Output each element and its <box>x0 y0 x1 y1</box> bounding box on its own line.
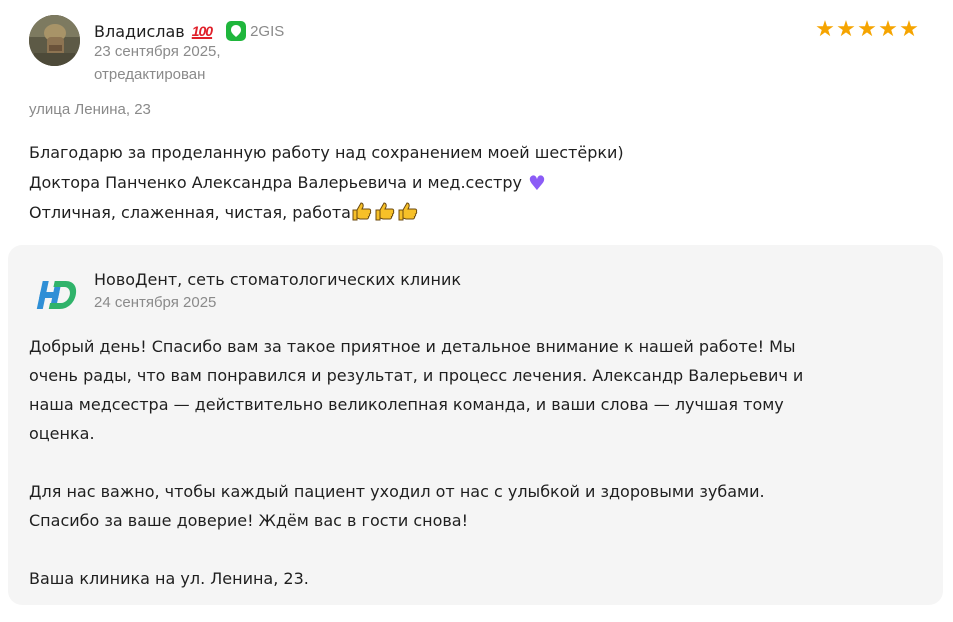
review-text-line: Отличная, слаженная, чистая, работа <box>29 198 929 231</box>
reply-text-line: Добрый день! Спасибо вам за такое приятн… <box>29 337 796 356</box>
reply-text-line: наша медсестра — действительно великолеп… <box>29 395 784 414</box>
edited-label: отредактирован <box>94 66 206 83</box>
review-card: Владислав 100 2GIS 23 сентября 2025, отр… <box>0 0 953 605</box>
review-text-line-content: Отличная, слаженная, чистая, работа <box>29 203 351 222</box>
hundred-points-icon: 100 <box>191 23 213 39</box>
star-icon: ★ <box>899 17 919 42</box>
star-icon: ★ <box>836 17 856 42</box>
review-text-line: Доктора Панченко Александра Валерьевича … <box>29 168 929 199</box>
review-source: 2GIS <box>226 21 284 41</box>
reply-date: 24 сентября 2025 <box>94 294 217 311</box>
purple-heart-icon: ♥ <box>527 170 546 195</box>
reply-text-line: очень рады, что вам понравился и результ… <box>29 366 804 385</box>
company-reply: НовоДент, сеть стоматологических клиник … <box>8 245 943 605</box>
2gis-logo-icon <box>226 21 247 41</box>
review-text-line: Благодарю за проделанную работу над сохр… <box>29 143 624 162</box>
reply-text: Добрый день! Спасибо вам за такое приятн… <box>29 332 929 622</box>
source-label: 2GIS <box>250 22 285 40</box>
star-icon: ★ <box>857 17 877 42</box>
reply-paragraph: Добрый день! Спасибо вам за такое приятн… <box>29 332 929 448</box>
reply-text-line: оценка. <box>29 424 95 443</box>
star-icon: ★ <box>878 17 898 42</box>
author-line: Владислав 100 2GIS <box>94 19 284 43</box>
branch-address: улица Ленина, 23 <box>29 101 151 118</box>
author-name[interactable]: Владислав <box>94 22 185 41</box>
company-logo-icon <box>34 275 84 315</box>
review-text: Благодарю за проделанную работу над сохр… <box>29 138 929 231</box>
rating-stars: ★ ★ ★ ★ ★ <box>815 17 919 43</box>
company-name[interactable]: НовоДент, сеть стоматологических клиник <box>94 270 461 289</box>
author-avatar[interactable] <box>29 15 80 66</box>
star-icon: ★ <box>815 17 835 42</box>
reply-paragraph: Для нас важно, чтобы каждый пациент уход… <box>29 477 929 535</box>
thumbs-up-icons <box>351 201 419 231</box>
review-date: 23 сентября 2025, <box>94 43 221 60</box>
reply-text-line: Для нас важно, чтобы каждый пациент уход… <box>29 482 765 501</box>
reply-text-line: Спасибо за ваше доверие! Ждём вас в гост… <box>29 511 469 530</box>
review-text-line-content: Доктора Панченко Александра Валерьевича … <box>29 172 522 192</box>
